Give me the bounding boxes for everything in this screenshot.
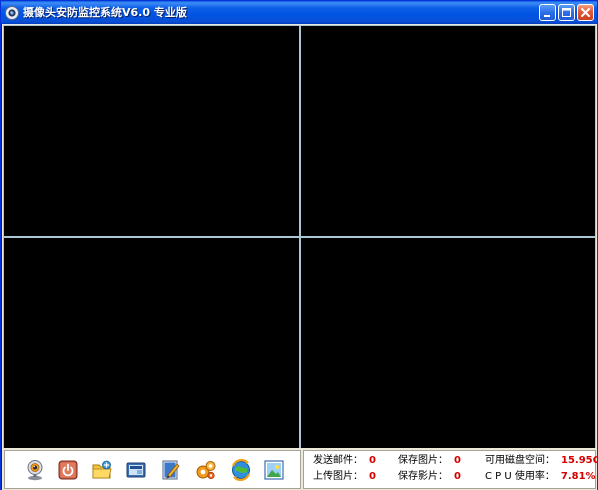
edit-document-icon (162, 460, 180, 480)
open-folder-button[interactable] (91, 459, 113, 481)
camera-view-3[interactable] (4, 238, 299, 448)
status-panel: 发送邮件： 0 上传图片： 0 保存图片： 0 保存影片： 0 可用磁盘空间： 15.95… (303, 450, 598, 489)
maximize-button[interactable] (558, 4, 575, 21)
client-area: 发送邮件： 0 上传图片： 0 保存图片： 0 保存影片： 0 可用磁盘空间： 15.95… (2, 24, 598, 490)
images-uploaded-value: 0 (369, 471, 376, 482)
images-saved-stat: 保存图片： 0 (398, 455, 461, 467)
picture-button[interactable] (263, 459, 285, 481)
webcam-button[interactable] (24, 459, 46, 481)
minimize-icon (544, 15, 550, 17)
title-bar[interactable]: 摄像头安防监控系统V6.0 专业版 (1, 1, 597, 24)
disk-free-value: 15.95G (561, 455, 598, 466)
app-window: 摄像头安防监控系统V6.0 专业版 发送邮件： 0 上传图片： 0 保存图片： … (0, 0, 598, 490)
close-icon (581, 8, 590, 17)
images-uploaded-stat: 上传图片： 0 (313, 471, 376, 483)
gears-icon (196, 461, 216, 480)
images-saved-label: 保存图片： (398, 455, 448, 466)
camera-view-1[interactable] (4, 26, 299, 236)
mail-sent-label: 发送邮件： (313, 455, 363, 466)
webcam-icon (27, 460, 43, 481)
edit-document-button[interactable] (160, 459, 182, 481)
camera-app-icon[interactable] (5, 5, 19, 20)
picture-icon (264, 460, 284, 480)
camera-grid (3, 25, 596, 448)
images-saved-value: 0 (454, 455, 461, 466)
images-uploaded-label: 上传图片： (313, 471, 363, 482)
power-icon (58, 460, 78, 480)
maximize-icon (562, 8, 571, 17)
open-folder-icon (92, 460, 112, 479)
videos-saved-value: 0 (454, 471, 461, 482)
cpu-usage-label: C P U 使用率： (485, 471, 555, 482)
window-title: 摄像头安防监控系统V6.0 专业版 (23, 6, 187, 19)
cpu-usage-value: 7.81% (560, 471, 596, 482)
minimize-button[interactable] (539, 4, 556, 21)
camera-view-4[interactable] (301, 238, 595, 448)
mail-sent-stat: 发送邮件： 0 (313, 455, 376, 467)
power-button[interactable] (57, 459, 79, 481)
refresh-button[interactable] (230, 459, 252, 481)
videos-saved-label: 保存影片： (398, 471, 448, 482)
videos-saved-stat: 保存影片： 0 (398, 471, 461, 483)
settings-button[interactable] (195, 459, 217, 481)
monitor-settings-icon (126, 462, 146, 478)
disk-free-label: 可用磁盘空间： (485, 455, 555, 466)
toolbar (4, 450, 301, 489)
close-button[interactable] (577, 4, 594, 21)
cpu-usage-stat: C P U 使用率： 7.81% (485, 471, 596, 483)
disk-free-stat: 可用磁盘空间： 15.95G (485, 455, 598, 467)
monitor-settings-button[interactable] (125, 459, 147, 481)
refresh-globe-icon (231, 459, 251, 481)
mail-sent-value: 0 (369, 455, 376, 466)
bottom-panel: 发送邮件： 0 上传图片： 0 保存图片： 0 保存影片： 0 可用磁盘空间： 15.95… (2, 449, 598, 490)
camera-view-2[interactable] (301, 26, 595, 236)
